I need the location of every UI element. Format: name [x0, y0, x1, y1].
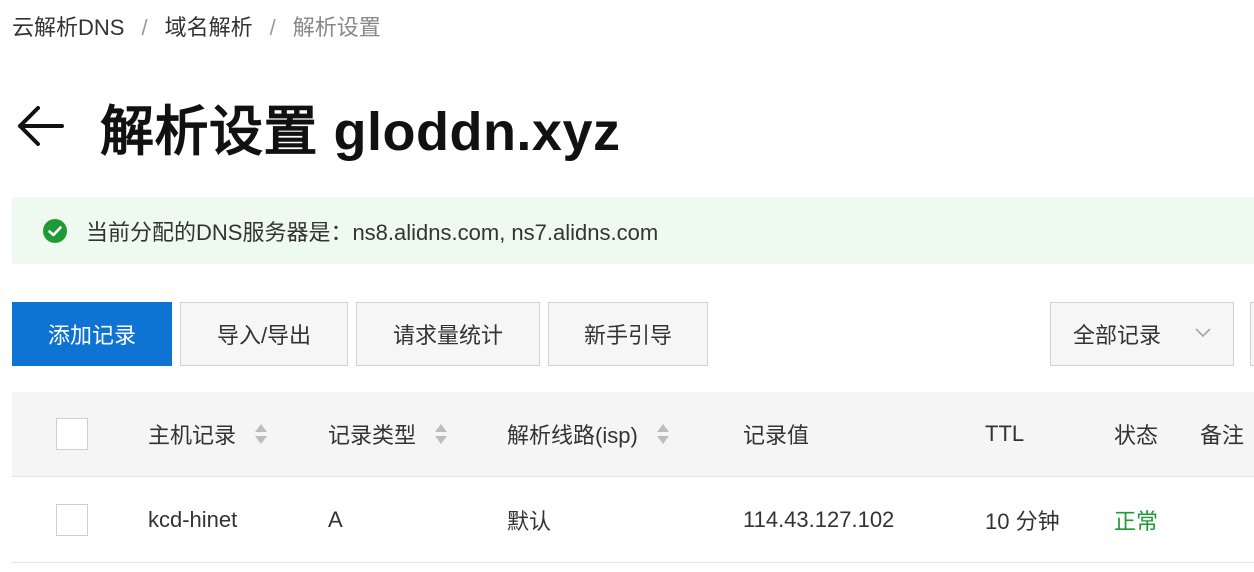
cell-line: 默认 — [507, 508, 552, 534]
column-value: 记录值 — [743, 392, 809, 476]
beginner-guide-button[interactable]: 新手引导 — [548, 302, 708, 366]
sort-icon[interactable] — [434, 422, 448, 446]
add-record-button[interactable]: 添加记录 — [12, 302, 172, 366]
select-all-checkbox[interactable] — [56, 418, 88, 450]
chevron-down-icon — [1195, 328, 1211, 338]
check-circle-icon — [43, 218, 67, 243]
table-row: kcd-hinet A 默认 114.43.127.102 10 分钟 正常 — [12, 477, 1254, 563]
column-label-line: 解析线路(isp) — [507, 423, 638, 448]
cell-value: 114.43.127.102 — [743, 506, 895, 532]
column-status: 状态 — [1114, 392, 1158, 476]
table-header: 主机记录 记录类型 解析线路(isp) 记录值 TTL 状态 备注 — [12, 392, 1254, 477]
column-ttl: TTL — [985, 392, 1024, 476]
record-filter-select[interactable]: 全部记录 — [1050, 302, 1234, 366]
column-remark: 备注 — [1200, 392, 1244, 476]
breadcrumb: 云解析DNS / 域名解析 / 解析设置 — [12, 14, 381, 42]
column-label-remark: 备注 — [1200, 423, 1245, 448]
column-host[interactable]: 主机记录 — [148, 392, 268, 476]
cell-status: 正常 — [1114, 508, 1159, 534]
breadcrumb-item-dns[interactable]: 云解析DNS — [12, 14, 124, 42]
row-select-cell — [56, 477, 88, 562]
column-label-status: 状态 — [1114, 423, 1159, 448]
title-row: 解析设置 gloddn.xyz — [14, 92, 621, 162]
column-type[interactable]: 记录类型 — [328, 392, 448, 476]
sort-icon[interactable] — [656, 422, 670, 446]
column-label-ttl: TTL — [985, 421, 1025, 446]
column-line[interactable]: 解析线路(isp) — [507, 392, 670, 476]
cell-type: A — [328, 506, 343, 532]
column-label-host: 主机记录 — [148, 423, 237, 448]
breadcrumb-item-domain[interactable]: 域名解析 — [165, 14, 253, 42]
column-label-value: 记录值 — [743, 423, 810, 448]
search-box-edge[interactable] — [1250, 302, 1254, 366]
breadcrumb-separator: / — [141, 15, 148, 40]
breadcrumb-item-current: 解析设置 — [292, 15, 381, 40]
select-all-cell — [56, 392, 88, 476]
sort-icon[interactable] — [254, 422, 268, 446]
alert-text: 当前分配的DNS服务器是：ns8.alidns.com, ns7.alidns.… — [86, 219, 659, 245]
page-title: 解析设置 gloddn.xyz — [100, 101, 621, 162]
column-label-type: 记录类型 — [328, 423, 417, 448]
cell-ttl: 10 分钟 — [985, 508, 1060, 534]
records-table: 主机记录 记录类型 解析线路(isp) 记录值 TTL 状态 备注 kcd-hi… — [12, 392, 1254, 563]
request-stats-button[interactable]: 请求量统计 — [356, 302, 540, 366]
breadcrumb-separator: / — [269, 15, 276, 40]
filter-selected-value: 全部记录 — [1073, 323, 1162, 348]
arrow-left-icon[interactable] — [14, 104, 66, 148]
dns-server-alert: 当前分配的DNS服务器是：ns8.alidns.com, ns7.alidns.… — [12, 197, 1254, 264]
toolbar: 添加记录 导入/导出 请求量统计 新手引导 — [12, 302, 716, 366]
row-checkbox[interactable] — [56, 503, 88, 536]
import-export-button[interactable]: 导入/导出 — [180, 302, 348, 366]
cell-host: kcd-hinet — [148, 506, 238, 532]
